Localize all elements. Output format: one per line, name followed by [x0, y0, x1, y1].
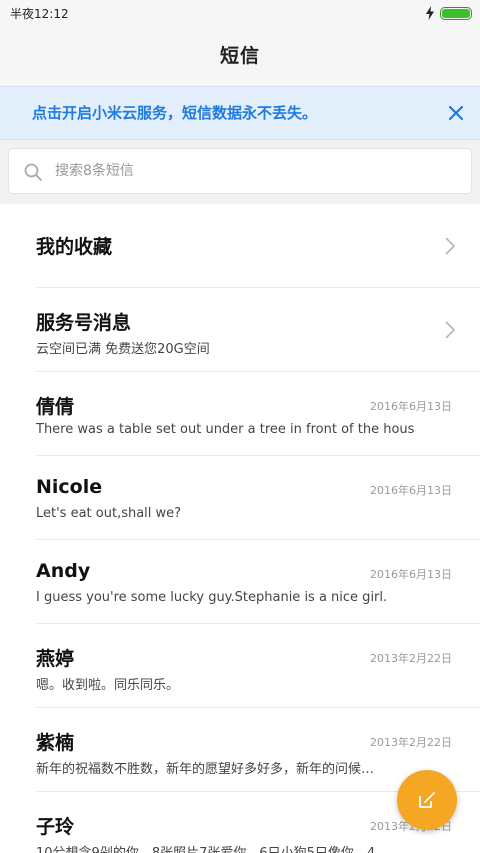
- search-box[interactable]: [8, 148, 472, 194]
- page-title: 短信: [219, 45, 260, 67]
- item-date: 2013年2月22日: [370, 736, 452, 749]
- item-name: 倩倩: [36, 396, 75, 418]
- item-name: 服务号消息: [36, 312, 132, 334]
- item-preview: There was a table set out under a tree i…: [36, 422, 415, 437]
- item-preview: 嗯。收到啦。同乐同乐。: [36, 678, 180, 693]
- search-area: [0, 140, 480, 204]
- item-date: 2016年6月13日: [370, 400, 452, 413]
- status-indicators: [425, 6, 472, 20]
- chevron-right-icon: [445, 321, 456, 339]
- item-name: Andy: [36, 560, 91, 582]
- cloud-service-banner[interactable]: 点击开启小米云服务，短信数据永不丢失。: [0, 86, 480, 140]
- item-name: 紫楠: [36, 732, 75, 754]
- item-name: Nicole: [36, 476, 103, 498]
- charging-icon: [426, 6, 434, 20]
- app-header: 短信: [0, 26, 480, 86]
- close-icon[interactable]: [446, 103, 466, 123]
- list-item-service-messages[interactable]: 服务号消息 云空间已满 免费送您20G空间: [36, 288, 480, 372]
- chevron-right-icon: [445, 237, 456, 255]
- search-input[interactable]: [55, 149, 455, 193]
- item-preview: 新年的祝福数不胜数，新年的愿望好多好多，新年的问候…: [36, 762, 375, 777]
- list-item[interactable]: Andy 2016年6月13日 I guess you're some luck…: [36, 540, 480, 624]
- item-preview: 10兮想念9剁的你，8张照片7张爱你，6只小狗5只像你，4…: [36, 842, 452, 853]
- list-item[interactable]: 倩倩 2016年6月13日 There was a table set out …: [36, 372, 480, 456]
- item-date: 2016年6月13日: [370, 568, 452, 581]
- compose-icon: [419, 792, 435, 808]
- list-item[interactable]: Nicole 2016年6月13日 Let's eat out,shall we…: [36, 456, 480, 540]
- item-preview: 云空间已满 免费送您20G空间: [36, 342, 210, 357]
- item-name: 我的收藏: [36, 236, 113, 258]
- search-icon: [24, 163, 42, 181]
- item-date: 2016年6月13日: [370, 484, 452, 497]
- status-time: 半夜12:12: [10, 7, 69, 21]
- battery-icon: [440, 6, 472, 20]
- item-preview: Let's eat out,shall we?: [36, 506, 182, 521]
- status-bar: 半夜12:12: [0, 0, 480, 26]
- conversation-list: 我的收藏 服务号消息 云空间已满 免费送您20G空间 倩倩 2016年6月13日…: [0, 204, 480, 853]
- list-item-favorites[interactable]: 我的收藏: [36, 204, 480, 288]
- battery-level: [442, 8, 470, 18]
- compose-button[interactable]: [397, 770, 457, 830]
- banner-text[interactable]: 点击开启小米云服务，短信数据永不丢失。: [32, 87, 317, 139]
- list-item[interactable]: 燕婷 2013年2月22日 嗯。收到啦。同乐同乐。: [36, 624, 480, 708]
- item-date: 2013年2月22日: [370, 652, 452, 665]
- item-name: 子玲: [36, 816, 75, 838]
- item-preview: I guess you're some lucky guy.Stephanie …: [36, 590, 388, 605]
- item-name: 燕婷: [36, 648, 75, 670]
